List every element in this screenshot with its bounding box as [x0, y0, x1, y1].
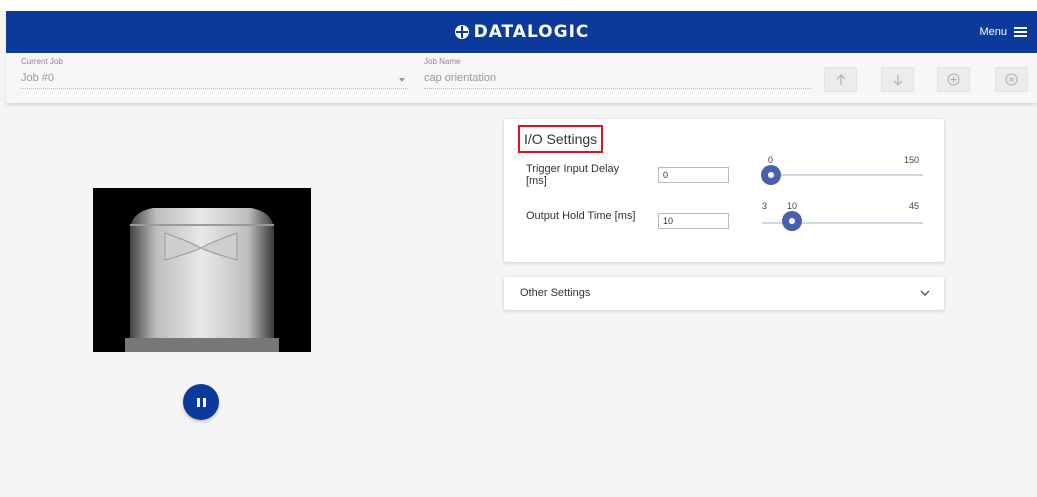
camera-preview [93, 188, 311, 352]
trigger-delay-min: 0 [768, 155, 774, 165]
add-job-button[interactable] [937, 67, 970, 92]
current-job-select[interactable]: Job #0 [21, 72, 54, 84]
hamburger-icon [1014, 27, 1027, 37]
output-hold-slider-thumb[interactable] [782, 211, 802, 231]
job-name-input[interactable]: cap orientation [424, 72, 496, 84]
window-frame [0, 0, 1037, 11]
output-hold-max: 45 [909, 201, 920, 211]
other-settings-label: Other Settings [520, 287, 591, 299]
current-job-underline [21, 88, 408, 89]
add-circle-icon [947, 73, 960, 86]
output-hold-input[interactable] [658, 213, 729, 229]
cap-image [93, 188, 311, 352]
arrow-down-icon [893, 74, 902, 86]
other-settings-panel[interactable]: Other Settings [504, 277, 944, 310]
job-name-underline [424, 88, 812, 89]
pause-button[interactable] [183, 384, 219, 420]
move-down-button[interactable] [881, 67, 914, 92]
io-settings-card: I/O Settings Trigger Input Delay [ms] 0 … [504, 119, 944, 262]
output-hold-min: 3 [762, 201, 768, 211]
trigger-delay-input[interactable] [658, 167, 729, 183]
close-circle-icon [1005, 73, 1018, 86]
delete-job-button[interactable] [995, 67, 1028, 92]
trigger-delay-max: 150 [904, 155, 920, 165]
app-header: DATALOGIC Menu [6, 11, 1037, 53]
output-hold-label: Output Hold Time [ms] [526, 210, 636, 222]
arrow-up-icon [836, 73, 845, 85]
menu-button[interactable]: Menu [979, 11, 1027, 53]
job-bar: Current Job Job #0 Job Name cap orientat… [6, 53, 1037, 103]
trigger-delay-label: Trigger Input Delay [ms] [526, 163, 620, 187]
chevron-down-icon[interactable] [399, 78, 405, 82]
io-settings-title: I/O Settings [518, 125, 604, 153]
move-up-button[interactable] [824, 67, 857, 92]
chevron-down-icon[interactable] [920, 289, 930, 297]
brand-name: DATALOGIC [473, 22, 590, 42]
job-name-label: Job Name [424, 57, 461, 66]
datalogic-logo: DATALOGIC [6, 11, 1037, 53]
datalogic-logo-icon [454, 25, 469, 39]
output-hold-current: 10 [787, 201, 798, 211]
trigger-delay-slider-thumb[interactable] [761, 165, 781, 185]
menu-label: Menu [979, 26, 1007, 38]
trigger-delay-slider-track[interactable] [762, 174, 923, 176]
current-job-label: Current Job [21, 57, 63, 66]
pause-icon [196, 397, 200, 407]
